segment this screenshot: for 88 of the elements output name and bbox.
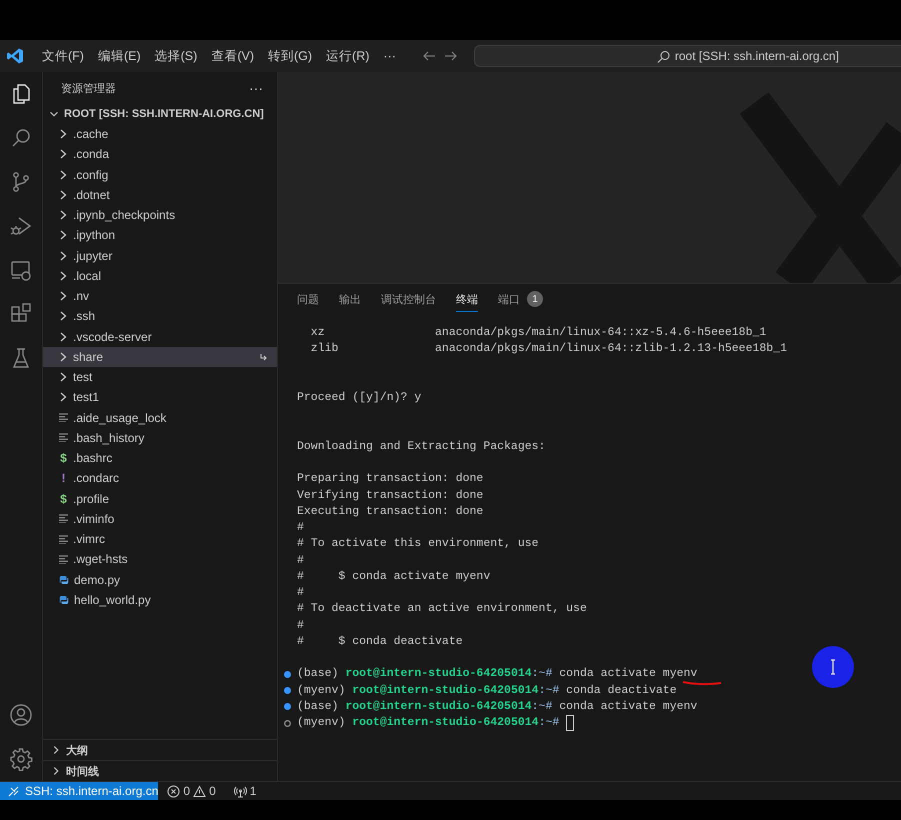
panel-tab[interactable]: 输出 [339,286,361,312]
folder-root[interactable]: ROOT [SSH: SSH.INTERN-AI.ORG.CN] [43,104,277,124]
tree-item[interactable]: $ .profile [43,488,277,509]
terminal-line: (base) root@intern-studio-64205014:~# conda activate myenv [297,698,698,715]
tree-item[interactable]: .bash_history [43,428,277,448]
terminal-line: (base) root@intern-studio-64205014:~# conda activate myenv [297,666,698,682]
lines-icon [59,534,68,544]
terminal-line: Downloading and Extracting Packages: [297,438,546,455]
cursor-highlight-icon [812,646,854,688]
tree-item[interactable]: test1 [43,387,277,408]
warning-icon [193,784,206,798]
menu-item[interactable]: 运行(R) [319,44,376,68]
python-icon [59,594,69,605]
lines-icon [59,514,68,524]
tree-item[interactable]: .ipynb_checkpoints [43,205,277,226]
search-icon [656,50,670,62]
tree-item[interactable]: ! .condarc [43,468,277,488]
menu-item[interactable]: 转到(G) [260,44,320,68]
tree-item[interactable]: .vimrc [43,529,277,550]
tree-item[interactable]: $ .bashrc [43,448,277,468]
tree-item[interactable]: .local [43,266,277,286]
menu-item[interactable]: 编辑(E) [90,44,148,68]
terminal-line: Proceed ([y]/n)? y [297,390,422,406]
tree-item[interactable]: demo.py [43,570,277,590]
tree-item[interactable]: .jupyter [43,246,277,266]
dollar-icon: $ [59,451,68,466]
terminal-line: # $ conda activate myenv [297,568,490,585]
menu-item[interactable]: ··· [376,46,403,66]
terminal-line: Verifying transaction: done [297,488,484,504]
menu-item[interactable]: 文件(F) [35,44,91,68]
tree-item[interactable]: .vscode-server [43,326,277,347]
dollar-icon: $ [59,492,68,506]
count-badge: 1 [527,291,543,307]
warning-count: 0 [209,784,216,798]
error-icon [167,784,180,798]
tree-item[interactable]: .ipython [43,225,277,246]
terminal-line: Executing transaction: done [297,504,484,520]
menu-item[interactable]: 查看(V) [204,44,261,68]
tree-item[interactable]: .dotnet [43,184,277,205]
tree-item[interactable]: .aide_usage_lock [43,408,277,428]
underline-mark [682,680,722,686]
lines-icon [59,413,68,422]
tree-item[interactable]: hello_world.py [43,590,277,610]
terminal-line: # [297,618,304,634]
panel-tab[interactable]: 问题 [297,286,319,312]
account-icon[interactable] [9,703,33,727]
section-header[interactable]: 大纲 [43,739,277,760]
tree-item[interactable]: .nv [43,286,277,306]
panel-tab[interactable]: 端口 [498,286,520,312]
terminal-line: # [297,585,304,601]
logo-icon [6,47,24,65]
panel-tab[interactable]: 终端 [456,286,478,312]
command-center-search[interactable]: root [SSH: ssh.intern-ai.org.cn] [474,45,901,67]
terminal-line: # To activate this environment, use [297,536,539,552]
sidebar-title: 资源管理器 [61,82,116,96]
tree-item[interactable]: .cache [43,124,277,144]
terminal-line: (myenv) root@intern-studio-64205014:~# conda deactivate [297,682,677,698]
forward-arrow-icon[interactable] [444,49,458,63]
tree-item[interactable]: .wget-hsts [43,549,277,570]
python-icon [59,574,69,585]
terminal-line: # To deactivate an active environment, use [297,601,587,618]
tree-item[interactable]: .ssh [43,306,277,326]
remote-icon [8,786,19,796]
exclamation-icon: ! [59,471,68,486]
more-actions-button[interactable]: ··· [247,80,265,96]
tree-item[interactable]: .viminfo [43,508,277,529]
terminal-line: # [297,520,304,536]
terminal-line: Preparing transaction: done [297,471,484,488]
back-arrow-icon[interactable] [422,49,436,63]
corner-arrow-icon [259,352,267,361]
panel-tab[interactable]: 调试控制台 [381,286,436,312]
menu-item[interactable]: 选择(S) [148,44,204,68]
tree-item[interactable]: share [43,346,277,367]
port-count: 1 [250,784,256,798]
lines-icon [59,554,68,564]
tree-item[interactable]: .config [43,164,277,185]
error-count: 0 [183,784,190,798]
remote-status[interactable]: SSH: ssh.intern-ai.org.cn [0,782,158,800]
terminal-line: xz anaconda/pkgs/main/linux-64::xz-5.4.6-h5eee18b_1 [310,325,766,341]
tree-item[interactable]: test [43,367,277,388]
terminal-line: # $ conda deactivate [297,634,463,650]
lines-icon [59,433,68,442]
antenna-icon [234,784,247,798]
terminal-line: zlib anaconda/pkgs/main/linux-64::zlib-1.2.13-h5eee18b_1 [310,341,787,358]
terminal-line: (myenv) root@intern-studio-64205014:~# [297,715,560,731]
tree-item[interactable]: .conda [43,144,277,164]
settings-icon[interactable] [9,747,33,771]
terminal-line: # [297,552,304,568]
